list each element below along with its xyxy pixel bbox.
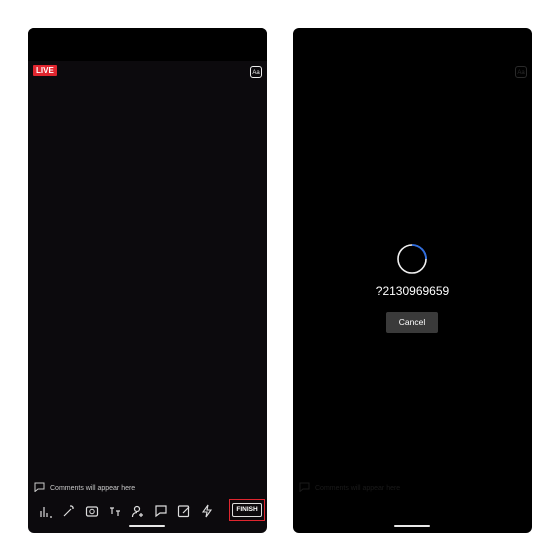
loading-screen: Aa ?2130969659 Cancel Comments will appe… bbox=[293, 28, 532, 533]
top-bar bbox=[28, 28, 267, 61]
home-indicator bbox=[129, 525, 165, 527]
edit-icon[interactable] bbox=[173, 501, 194, 521]
comments-placeholder: Comments will appear here bbox=[50, 484, 136, 492]
magic-wand-icon[interactable] bbox=[58, 501, 79, 521]
flip-camera-icon[interactable] bbox=[81, 501, 102, 521]
text-style-button[interactable]: Aa bbox=[250, 66, 262, 78]
finish-highlight: FINISH bbox=[229, 499, 265, 521]
finish-button[interactable]: FINISH bbox=[232, 503, 262, 517]
comment-bubble-icon bbox=[299, 482, 310, 494]
cancel-button[interactable]: Cancel bbox=[386, 312, 438, 333]
status-number: ?2130969659 bbox=[375, 284, 450, 298]
comment-icon[interactable] bbox=[150, 501, 171, 521]
text-style-button[interactable]: Aa bbox=[515, 66, 527, 78]
captions-icon[interactable] bbox=[104, 501, 125, 521]
add-guest-icon[interactable] bbox=[127, 501, 148, 521]
comment-bubble-icon bbox=[34, 482, 45, 494]
comments-area: Comments will appear here bbox=[34, 482, 135, 494]
live-badge: LIVE bbox=[33, 65, 57, 76]
comments-placeholder: Comments will appear here bbox=[315, 484, 401, 492]
home-indicator bbox=[394, 525, 430, 527]
flash-icon[interactable] bbox=[196, 501, 217, 521]
loading-spinner-icon bbox=[397, 244, 427, 274]
live-stream-screen: LIVE Aa Comments will appear here FINISH bbox=[28, 28, 267, 533]
poll-icon[interactable] bbox=[35, 501, 56, 521]
comments-area: Comments will appear here bbox=[299, 482, 400, 494]
